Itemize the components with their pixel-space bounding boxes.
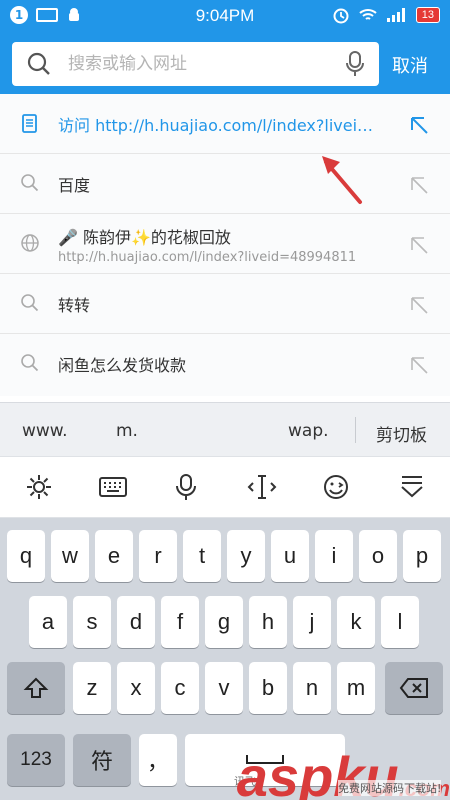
fill-arrow-icon[interactable]	[408, 354, 430, 376]
key-n[interactable]: n	[293, 662, 331, 714]
clipboard-button[interactable]: 剪切板	[376, 421, 427, 446]
suggestion-baidu[interactable]: 百度	[0, 154, 450, 214]
search-header: 取消	[0, 32, 450, 94]
key-d[interactable]: d	[117, 596, 155, 648]
history-title: 🎤 陈韵伊✨的花椒回放	[58, 228, 231, 247]
key-m[interactable]: m	[337, 662, 375, 714]
shift-icon	[23, 677, 49, 698]
settings-icon[interactable]	[25, 473, 53, 501]
search-input[interactable]	[68, 50, 328, 78]
key-t[interactable]: t	[183, 530, 221, 582]
key-x[interactable]: x	[117, 662, 155, 714]
suggestion-label: 转转	[58, 296, 91, 315]
key-c[interactable]: c	[161, 662, 199, 714]
collapse-keyboard-icon[interactable]	[398, 473, 426, 501]
backspace-icon	[399, 678, 428, 698]
key-a[interactable]: a	[29, 596, 67, 648]
suggestion-label: 访问 http://h.huajiao.com/l/index?liveid=4…	[58, 116, 378, 135]
key-i[interactable]: i	[315, 530, 353, 582]
backspace-key[interactable]	[385, 662, 443, 714]
voice-icon[interactable]	[174, 473, 198, 501]
key-p[interactable]: p	[403, 530, 441, 582]
key-h[interactable]: h	[249, 596, 287, 648]
emoji-icon[interactable]	[322, 473, 350, 501]
fill-arrow-icon[interactable]	[408, 174, 430, 196]
signal-icon	[386, 8, 405, 22]
wifi-icon	[359, 9, 377, 20]
key-q[interactable]: q	[7, 530, 45, 582]
key-e[interactable]: e	[95, 530, 133, 582]
key-j[interactable]: j	[293, 596, 331, 648]
suggestion-xianyu[interactable]: 闲鱼怎么发货收款	[0, 334, 450, 394]
suggestion-list: 访问 http://h.huajiao.com/l/index?liveid=4…	[0, 94, 450, 396]
globe-icon	[21, 234, 39, 252]
search-icon	[27, 52, 50, 75]
fill-arrow-icon[interactable]	[408, 114, 430, 136]
fill-arrow-icon[interactable]	[408, 234, 430, 256]
keyboard-toolbar	[0, 456, 450, 518]
status-right: 13	[332, 6, 440, 24]
cursor-icon[interactable]	[247, 473, 277, 501]
suggestion-history[interactable]: 🎤 陈韵伊✨的花椒回放 http://h.huajiao.com/l/index…	[0, 214, 450, 274]
key-u[interactable]: u	[271, 530, 309, 582]
candidate-wap[interactable]: wap.	[288, 421, 329, 441]
fill-arrow-icon[interactable]	[408, 294, 430, 316]
symbol-key[interactable]: 符	[73, 734, 131, 786]
suggestion-label: 百度	[58, 176, 91, 195]
cancel-button[interactable]: 取消	[392, 52, 428, 78]
key-l[interactable]: l	[381, 596, 419, 648]
candidate-www[interactable]: www.	[22, 421, 68, 441]
key-w[interactable]: w	[51, 530, 89, 582]
comma-key[interactable]: ，	[139, 734, 177, 786]
key-s[interactable]: s	[73, 596, 111, 648]
watermark-tagline: 免费网站源码下载站!	[338, 780, 442, 796]
key-r[interactable]: r	[139, 530, 177, 582]
search-icon	[21, 174, 39, 192]
status-bar: 1 9:04PM 13	[0, 0, 450, 32]
suggestion-label: 闲鱼怎么发货收款	[58, 356, 187, 375]
shift-key[interactable]	[7, 662, 65, 714]
key-v[interactable]: v	[205, 662, 243, 714]
keyboard-icon[interactable]	[98, 473, 128, 501]
key-z[interactable]: z	[73, 662, 111, 714]
key-o[interactable]: o	[359, 530, 397, 582]
microphone-icon[interactable]	[345, 51, 365, 77]
search-box[interactable]	[12, 42, 379, 86]
key-g[interactable]: g	[205, 596, 243, 648]
candidate-bar: www. m. wap. 剪切板	[0, 402, 450, 456]
key-k[interactable]: k	[337, 596, 375, 648]
search-icon	[21, 294, 39, 312]
annotation-arrow-icon	[322, 156, 362, 204]
search-icon	[21, 354, 39, 372]
candidate-m[interactable]: m.	[116, 421, 138, 441]
history-url: http://h.huajiao.com/l/index?liveid=4899…	[58, 250, 357, 265]
battery-indicator: 13	[415, 7, 440, 23]
clipboard-icon	[22, 114, 37, 133]
key-y[interactable]: y	[227, 530, 265, 582]
suggestion-zhuanzhuan[interactable]: 转转	[0, 274, 450, 334]
key-b[interactable]: b	[249, 662, 287, 714]
number-mode-key[interactable]: 123	[7, 734, 65, 786]
alarm-icon	[333, 8, 349, 24]
key-f[interactable]: f	[161, 596, 199, 648]
suggestion-clipboard-url[interactable]: 访问 http://h.huajiao.com/l/index?liveid=4…	[0, 94, 450, 154]
candidate-divider	[355, 417, 356, 443]
